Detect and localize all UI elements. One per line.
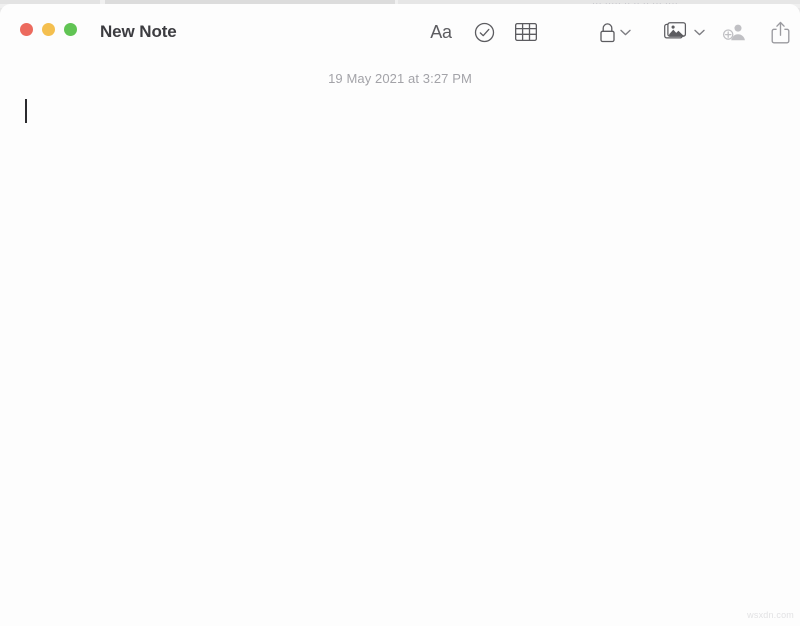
lock-note-button[interactable] [593, 18, 637, 46]
media-button[interactable] [660, 18, 708, 46]
chevron-down-icon [620, 29, 631, 36]
media-photos-icon [663, 21, 690, 43]
checklist-button[interactable] [470, 18, 498, 46]
chevron-down-icon [693, 29, 705, 36]
table-button[interactable] [512, 18, 540, 46]
text-cursor [25, 99, 27, 123]
lock-icon [599, 22, 616, 43]
share-up-arrow-icon [771, 21, 790, 44]
watermark: wsxdn.com [747, 610, 794, 620]
notes-window: New Note Aa 19 May 2021 at 3:27 PM wsxdn… [0, 4, 800, 626]
window-titlebar: New Note Aa [0, 4, 800, 60]
notes-toolbar: Aa [0, 18, 800, 48]
note-date-stamp: 19 May 2021 at 3:27 PM [328, 71, 472, 86]
share-button[interactable] [767, 18, 793, 46]
add-person-icon [722, 22, 748, 43]
checklist-circle-check-icon [474, 22, 495, 43]
table-grid-icon [515, 23, 537, 41]
note-editor[interactable]: 19 May 2021 at 3:27 PM wsxdn.com [0, 60, 800, 626]
format-aa-icon: Aa [430, 22, 452, 42]
add-people-button[interactable] [720, 18, 750, 46]
format-button[interactable]: Aa [424, 18, 458, 46]
